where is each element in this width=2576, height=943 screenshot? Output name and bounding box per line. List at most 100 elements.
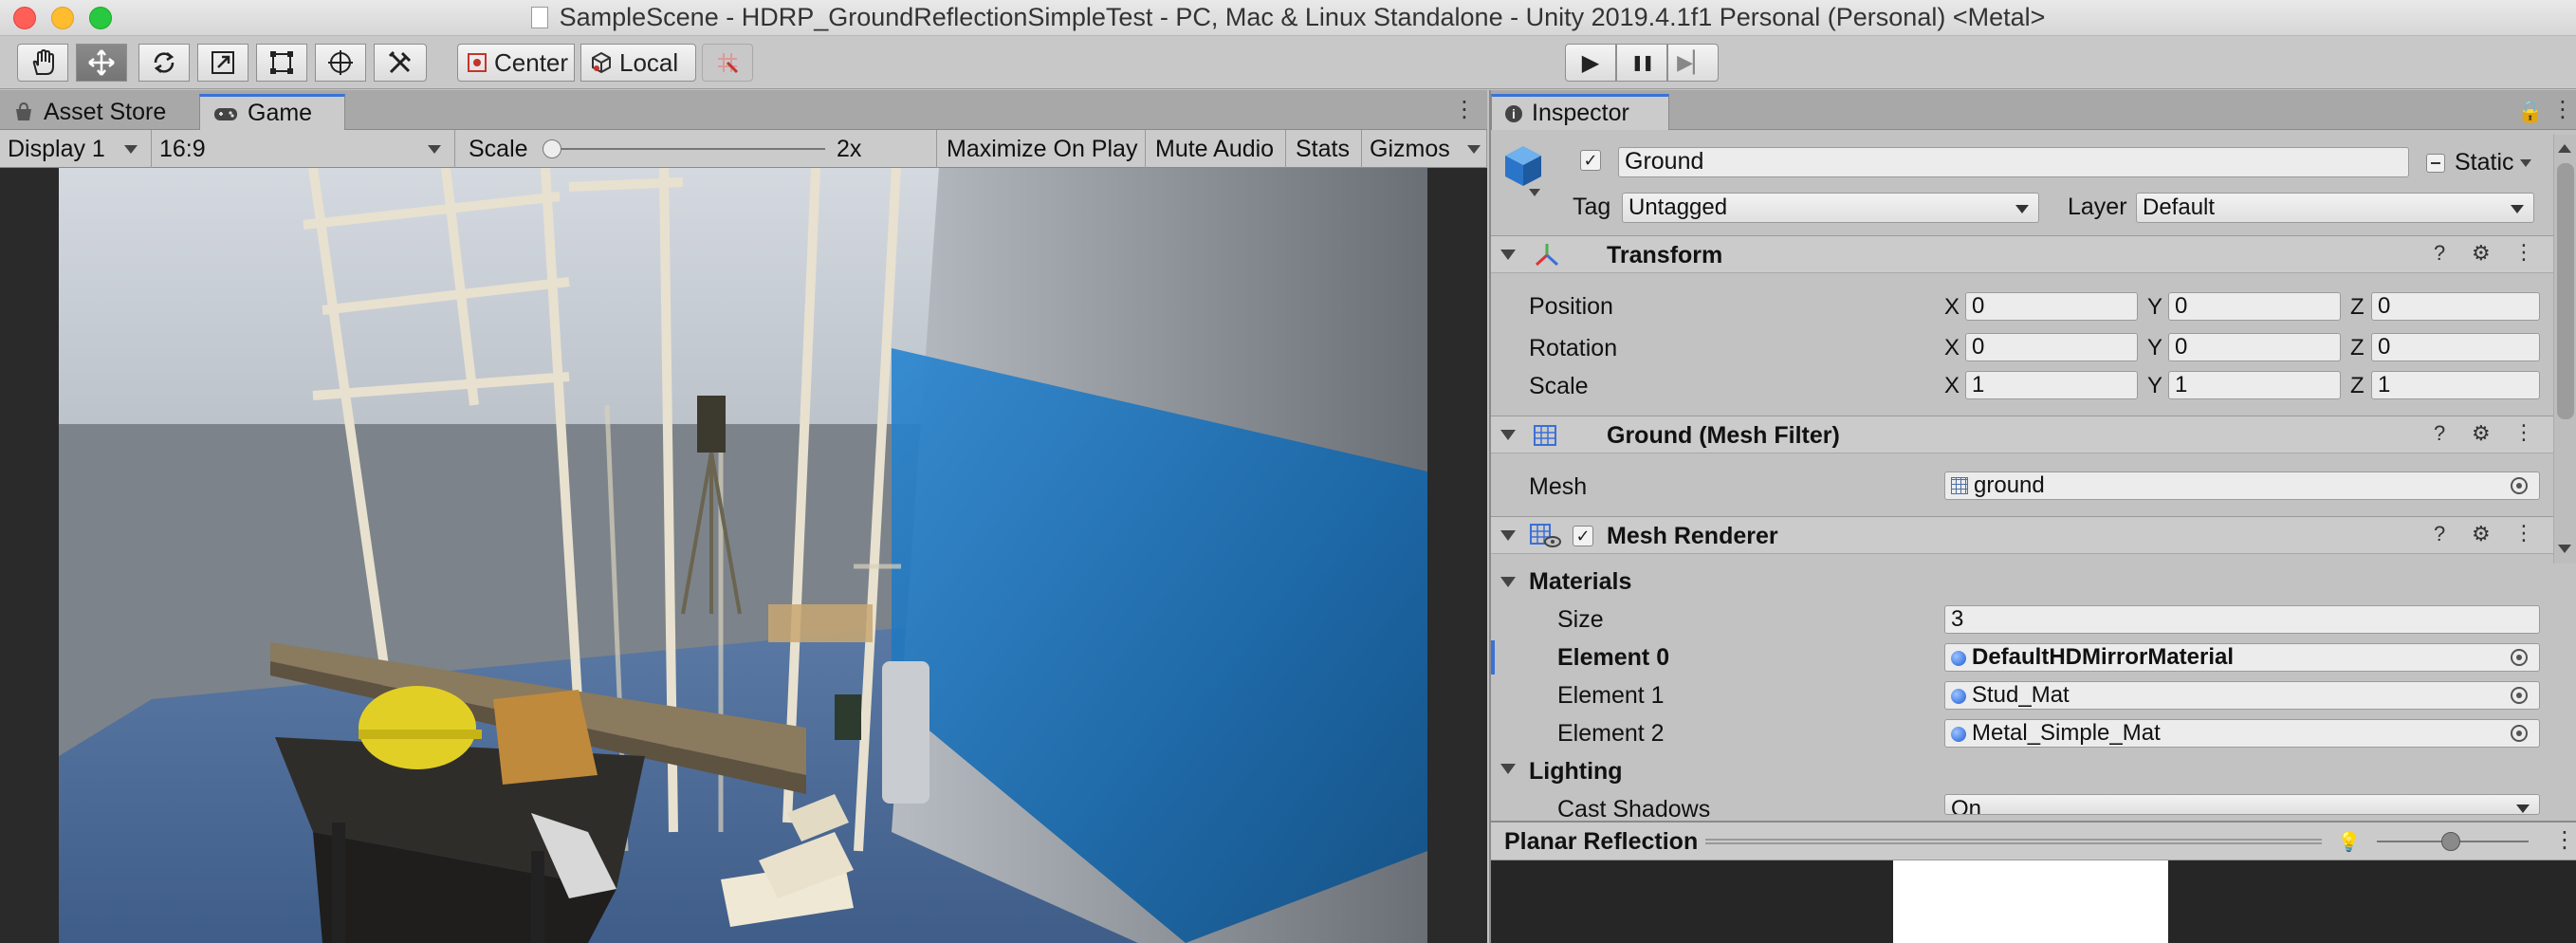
component-menu-icon[interactable]: ⋮ (2513, 420, 2534, 445)
pivot-center-icon (468, 53, 487, 72)
gamepad-icon (214, 107, 237, 120)
step-icon: ▶▏ (1677, 50, 1709, 74)
rotation-y-field[interactable]: 0 (2168, 333, 2341, 361)
transform-header[interactable]: Transform ? ⚙ ⋮ (1491, 235, 2555, 273)
chevron-down-icon (1467, 145, 1481, 154)
panel-menu-icon[interactable]: ⋮ (1453, 98, 1476, 122)
rotation-z-field[interactable]: 0 (2371, 333, 2540, 361)
transform-axes-icon (1535, 244, 1559, 267)
mesh-renderer-enabled-checkbox[interactable]: ✓ (1573, 526, 1593, 546)
axis-z-label: Z (2350, 373, 2364, 398)
element-0-field[interactable]: DefaultHDMirrorMaterial (1944, 643, 2540, 672)
object-name-field[interactable]: Ground (1618, 147, 2409, 177)
element-1-label: Element 1 (1557, 682, 1665, 709)
scrollbar-thumb[interactable] (2557, 163, 2574, 419)
scale-slider-track[interactable] (550, 148, 825, 150)
chevron-down-icon (2015, 205, 2029, 213)
mesh-filter-icon (1534, 425, 1556, 446)
scale-slider-group: Scale 2x (455, 130, 937, 168)
play-button[interactable]: ▶ (1565, 44, 1616, 82)
preview-menu-icon[interactable]: ⋮ (2553, 826, 2576, 854)
foldout-arrow-icon (1500, 430, 1516, 440)
chevron-down-icon (2511, 205, 2524, 213)
object-picker-icon[interactable] (2511, 477, 2528, 494)
tab-inspector[interactable]: i Inspector (1491, 94, 1669, 130)
component-menu-icon[interactable]: ⋮ (2513, 240, 2534, 265)
scale-x-field[interactable]: 1 (1965, 371, 2138, 399)
rotate-tool-button[interactable] (138, 44, 190, 82)
static-dropdown[interactable]: Static (2455, 149, 2531, 176)
help-icon[interactable]: ? (2434, 421, 2445, 446)
object-picker-icon[interactable] (2511, 687, 2528, 704)
planar-reflection-title: Planar Reflection (1504, 828, 1699, 855)
help-icon[interactable]: ? (2434, 522, 2445, 546)
scale-slider-thumb[interactable] (543, 139, 561, 158)
element-2-field[interactable]: Metal_Simple_Mat (1944, 719, 2540, 748)
step-button[interactable]: ▶▏ (1667, 44, 1719, 82)
component-menu-icon[interactable]: ⋮ (2513, 521, 2534, 545)
presets-icon[interactable]: ⚙ (2472, 522, 2491, 546)
scale-label: Scale (1529, 373, 1589, 399)
mesh-renderer-header[interactable]: ✓ Mesh Renderer ? ⚙ ⋮ (1491, 516, 2555, 554)
move-arrows-icon (88, 49, 115, 76)
tab-asset-store[interactable]: Asset Store (0, 94, 195, 130)
scale-y-field[interactable]: 1 (2168, 371, 2341, 399)
pivot-space-button[interactable]: Local (580, 44, 696, 82)
transform-tool-button[interactable] (315, 44, 366, 82)
hand-tool-button[interactable] (17, 44, 68, 82)
materials-size-field[interactable]: 3 (1944, 605, 2540, 634)
layer-dropdown[interactable]: Default (2136, 193, 2534, 223)
mesh-label: Mesh (1529, 473, 1588, 500)
preview-slider-thumb[interactable] (2441, 832, 2460, 851)
cast-shadows-dropdown[interactable]: On (1944, 794, 2540, 815)
stats-toggle[interactable]: Stats (1286, 130, 1362, 168)
axis-y-label: Y (2147, 335, 2163, 361)
aspect-dropdown[interactable]: 16:9 (152, 130, 455, 168)
game-viewport[interactable] (0, 168, 1487, 943)
scale-z-field[interactable]: 1 (2371, 371, 2540, 399)
active-checkbox[interactable]: ✓ (1580, 150, 1601, 171)
inspector-scrollbar[interactable] (2553, 135, 2576, 564)
static-checkbox[interactable] (2426, 154, 2445, 173)
tag-label: Tag (1573, 194, 1611, 220)
panel-menu-icon[interactable]: ⋮ (2551, 96, 2574, 123)
pivot-mode-button[interactable]: Center (457, 44, 575, 82)
custom-tool-button[interactable] (374, 44, 427, 82)
presets-icon[interactable]: ⚙ (2472, 421, 2491, 446)
game-panel-tabs: Asset Store Game ⋮ (0, 90, 1487, 130)
preview-drag-handle[interactable] (1705, 839, 2322, 844)
maximize-on-play-toggle[interactable]: Maximize On Play (937, 130, 1146, 168)
foldout-arrow-icon (1500, 530, 1516, 541)
help-icon[interactable]: ? (2434, 241, 2445, 266)
position-x-field[interactable]: 0 (1965, 292, 2138, 321)
main-toolbar: Center Local ▶ ❚❚ ▶▏ (0, 36, 2576, 89)
presets-icon[interactable]: ⚙ (2472, 241, 2491, 266)
rotation-x-field[interactable]: 0 (1965, 333, 2138, 361)
axis-x-label: X (1944, 294, 1960, 320)
position-z-field[interactable]: 0 (2371, 292, 2540, 321)
object-picker-icon[interactable] (2511, 725, 2528, 742)
pause-button[interactable]: ❚❚ (1616, 44, 1667, 82)
move-tool-button[interactable] (76, 44, 127, 82)
tag-dropdown[interactable]: Untagged (1622, 193, 2039, 223)
tools-icon (388, 50, 412, 74)
display-dropdown[interactable]: Display 1 (0, 130, 152, 168)
mesh-filter-header[interactable]: Ground (Mesh Filter) ? ⚙ ⋮ (1491, 416, 2555, 453)
scale-tool-button[interactable] (197, 44, 248, 82)
rotate-icon (154, 52, 175, 73)
rect-tool-button[interactable] (256, 44, 307, 82)
materials-foldout[interactable] (1500, 577, 1516, 595)
object-picker-icon[interactable] (2511, 649, 2528, 666)
lighting-foldout[interactable] (1500, 762, 1516, 779)
element-1-field[interactable]: Stud_Mat (1944, 681, 2540, 710)
position-y-field[interactable]: 0 (2168, 292, 2341, 321)
mute-audio-toggle[interactable]: Mute Audio (1146, 130, 1286, 168)
tab-game[interactable]: Game (199, 94, 345, 130)
gizmos-toggle[interactable]: Gizmos (1362, 130, 1487, 168)
snap-settings-button[interactable] (702, 44, 753, 82)
mesh-object-field[interactable]: ground (1944, 472, 2540, 500)
icon-dropdown-arrow[interactable] (1529, 189, 1540, 196)
lock-icon[interactable]: 🔒 (2517, 100, 2543, 124)
light-icon[interactable]: 💡 (2337, 830, 2361, 854)
rect-icon (270, 51, 293, 74)
